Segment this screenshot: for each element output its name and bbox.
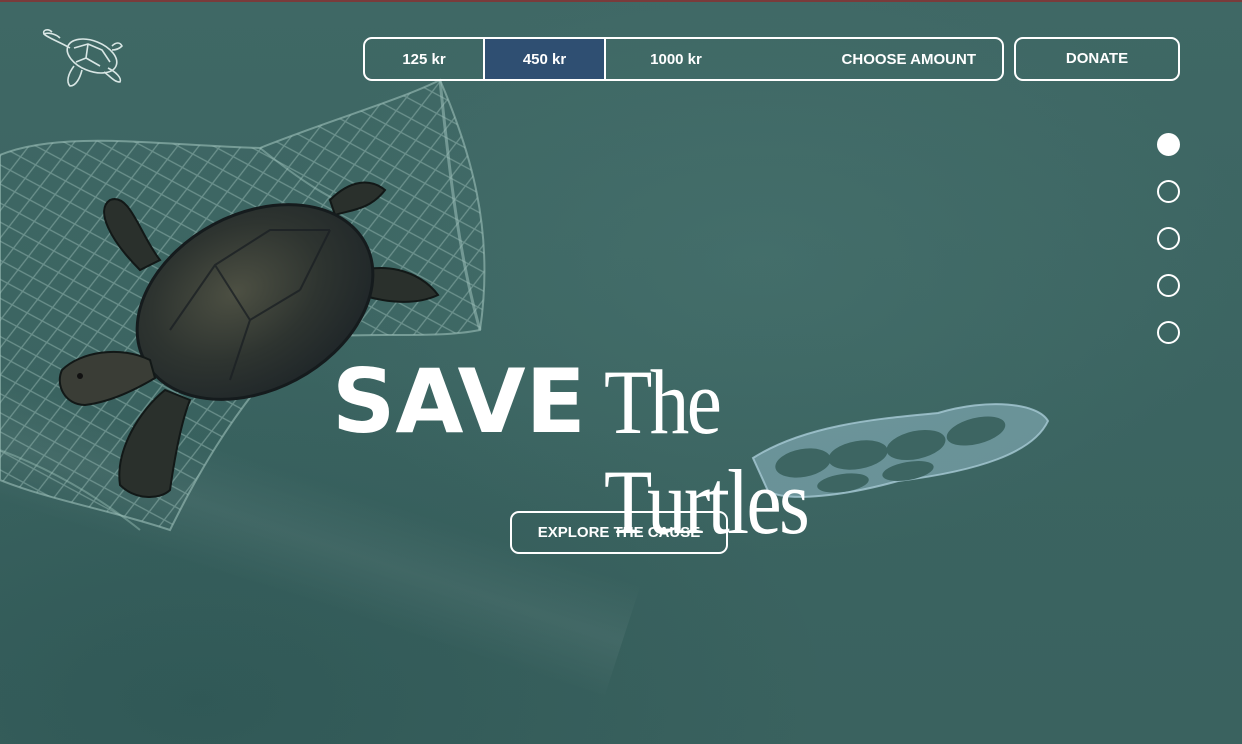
pager-dot-1-active[interactable] [1157,133,1180,156]
turtle-logo-icon[interactable] [40,28,124,90]
amount-option-1000[interactable]: 1000 kr [606,39,746,79]
turtle-in-net-image [0,78,486,532]
donation-amount-selector: 125 kr 450 kr 1000 kr CHOOSE AMOUNT [363,37,1004,81]
choose-amount-button[interactable]: CHOOSE AMOUNT [746,39,1002,79]
explore-cause-button[interactable]: EXPLORE THE CAUSE [510,511,728,554]
top-border-line [0,0,1242,2]
pager-dot-4[interactable] [1157,274,1180,297]
amount-option-125[interactable]: 125 kr [365,39,485,79]
donate-button[interactable]: DONATE [1014,37,1180,81]
pager-dot-3[interactable] [1157,227,1180,250]
headline-save: SAVE [332,350,586,453]
amount-option-450-selected[interactable]: 450 kr [485,39,606,79]
pager-dot-2[interactable] [1157,180,1180,203]
pager-dot-5[interactable] [1157,321,1180,344]
hero-background: 125 kr 450 kr 1000 kr CHOOSE AMOUNT DONA… [0,0,1242,744]
hero-headline: SAVE The Turtles [332,350,972,553]
slide-pager [1157,133,1181,368]
